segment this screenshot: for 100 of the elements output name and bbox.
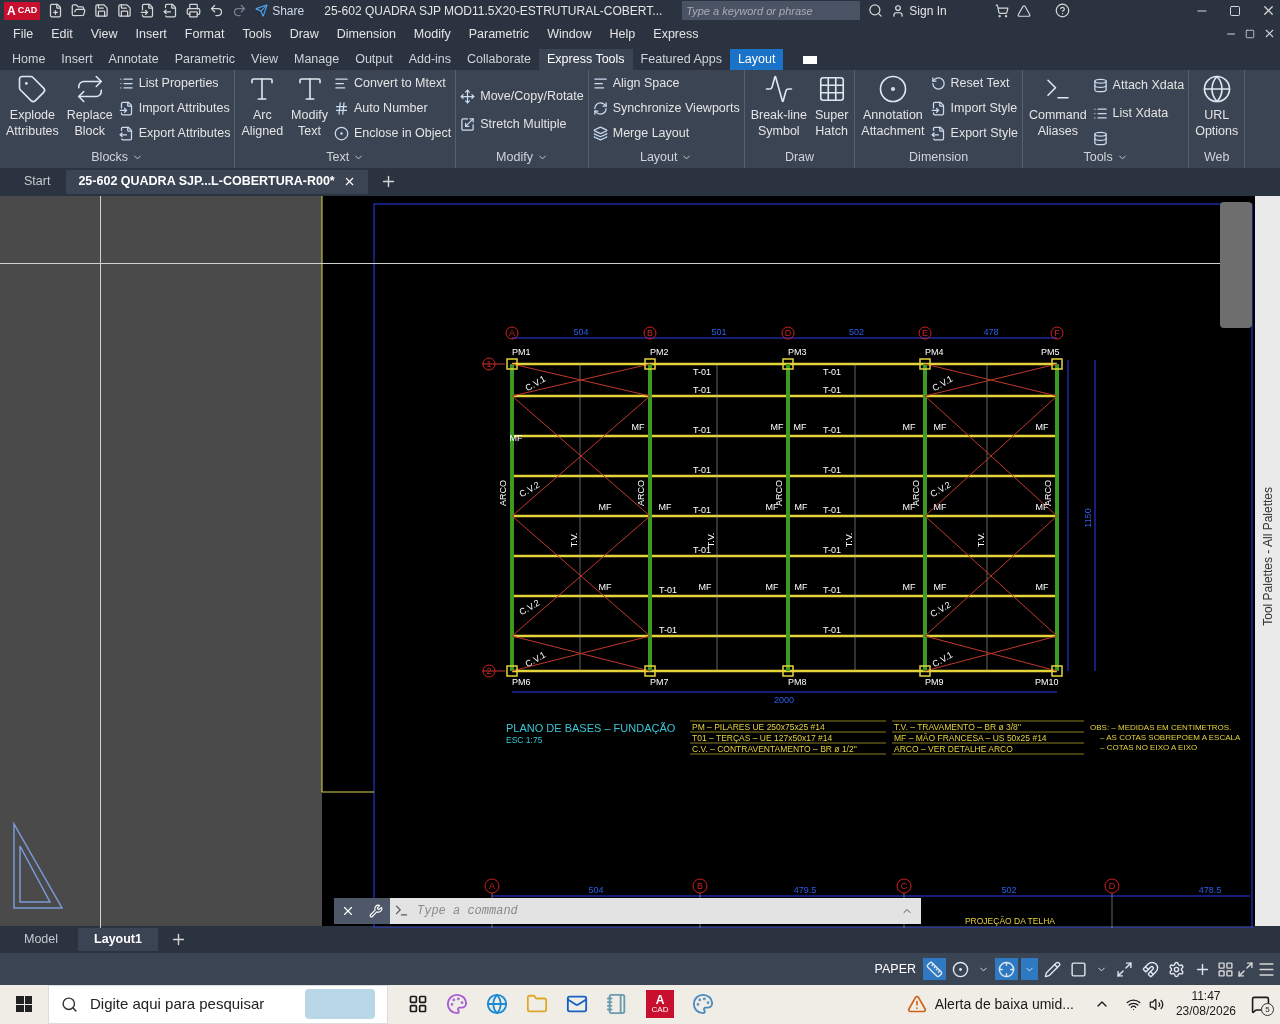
menu-item[interactable]: Express [644,24,708,44]
ribbon-button[interactable]: Enclose in Object [333,123,452,144]
ribbon-tab[interactable]: Output [347,48,401,70]
panel-title[interactable]: Web [1189,147,1245,168]
ribbon-tab[interactable]: Parametric [166,48,244,70]
new-file-icon[interactable] [48,3,64,19]
ribbon-button[interactable]: Command Aliases [1026,73,1089,148]
ribbon-button[interactable]: Align Space [592,73,740,94]
search-icon[interactable] [868,3,884,19]
help-icon[interactable] [1054,3,1070,19]
ribbon-button[interactable]: List Xdata [1092,103,1185,124]
ribbon-tab[interactable]: Add-ins [400,48,460,70]
search-field[interactable]: Type a keyword or phrase [682,1,861,21]
ribbon-button[interactable]: Annotation Attachment [859,73,927,148]
restore-icon[interactable] [1245,28,1255,39]
taskbar-search-field[interactable]: Digite aqui para pesquisar [48,985,388,1024]
fullscreen-icon[interactable] [1237,960,1254,978]
ribbon-tab[interactable]: Featured Apps [632,48,730,70]
save-icon[interactable] [94,3,110,19]
ribbon-tab[interactable]: Home [4,48,54,70]
ribbon-button[interactable]: Arc Aligned [239,73,286,148]
ribbon-button[interactable]: Attach Xdata [1092,75,1185,96]
ribbon-tab[interactable]: Manage [285,48,348,70]
panel-title[interactable]: Dimension [855,147,1022,168]
import-icon[interactable] [140,3,156,19]
ribbon-button[interactable]: Export Style [930,123,1018,144]
panel-toggle-icon[interactable] [803,55,818,64]
print-icon[interactable] [186,3,202,19]
menu-item[interactable]: Help [600,24,645,44]
warning-icon[interactable] [906,994,927,1015]
folder-icon[interactable] [71,3,87,19]
menu-item[interactable]: Window [538,24,601,44]
ribbon-button[interactable]: Import Attributes [118,98,231,119]
panel-title[interactable]: Text [235,147,456,168]
menu-item[interactable]: File [4,24,43,44]
document-tab[interactable]: Start [12,169,63,194]
menu-item[interactable]: Parametric [459,24,539,44]
menu-item[interactable]: Edit [42,24,82,44]
ribbon-button[interactable]: Merge Layout [592,123,740,144]
ribbon-button[interactable]: Import Style [930,98,1018,119]
data-icon[interactable] [1092,131,1108,147]
cad-app-icon[interactable]: A CAD [646,990,674,1019]
clock-date[interactable]: 23/08/2026 [1175,1004,1236,1020]
notification-button[interactable]: 5 [1248,992,1272,1017]
menu-item[interactable]: Format [175,24,234,44]
ribbon-button[interactable]: Replace Block [64,73,115,148]
layout-tab[interactable]: Layout1 [78,928,158,952]
speaker-icon[interactable] [1148,997,1164,1012]
ribbon-button[interactable]: Synchronize Viewports [592,98,740,119]
task-view-icon[interactable] [408,994,428,1015]
ribbon-button[interactable]: List Properties [118,73,231,94]
triangle-icon[interactable] [1016,3,1031,18]
notebook-icon[interactable] [606,993,628,1016]
undo-icon[interactable] [209,3,225,19]
document-tab[interactable]: 25-602 QUADRA SJP...L-COBERTURA-R00* [66,169,368,194]
search-input[interactable]: Digite aqui para pesquisar [90,993,293,1016]
panel-title[interactable]: Draw [744,147,855,168]
redo-icon[interactable] [232,3,248,19]
weather-alert[interactable]: Alerta de baixa umid... [934,994,1074,1015]
ribbon-button[interactable]: Convert to Mtext [333,73,452,94]
ribbon-button[interactable]: Modify Text [289,73,330,148]
ribbon-tab[interactable]: Layout [729,48,784,70]
command-input[interactable]: Type a command [417,901,901,920]
save-as-icon[interactable] [117,3,133,19]
wifi-icon[interactable] [1125,997,1141,1012]
workspace-icon[interactable] [1217,960,1234,978]
cart-icon[interactable] [994,3,1009,18]
menu-item[interactable]: Dimension [327,24,405,44]
menu-item[interactable]: View [81,24,127,44]
tool-palette-strip[interactable]: Tool Palettes - All Palettes [1255,195,1280,927]
browser-icon[interactable] [486,993,508,1016]
panel-title[interactable]: Blocks [0,147,235,168]
layout-tab[interactable]: Model [8,928,75,952]
menu-item[interactable]: Insert [126,24,176,44]
ribbon-button[interactable]: Move/Copy/Rotate [460,86,584,107]
clock-time[interactable]: 11:47 [1191,989,1221,1005]
wrench-icon[interactable] [369,903,383,918]
sign-in-button[interactable]: Sign In [891,1,947,20]
panel-title[interactable]: Modify [456,147,588,168]
ribbon-button[interactable]: Explode Attributes [4,73,61,148]
ribbon-tab[interactable]: View [243,48,286,70]
panel-title[interactable]: Tools [1022,147,1189,168]
export-icon[interactable] [163,3,179,19]
menu-item[interactable]: Modify [404,24,460,44]
menu-item[interactable]: Tools [233,24,281,44]
ribbon-button[interactable]: Auto Number [333,98,452,119]
ribbon-tab[interactable]: Express Tools [539,48,633,70]
maximize-icon[interactable] [1229,4,1241,17]
panel-title[interactable]: Layout [588,147,744,168]
menu-item[interactable]: Draw [280,24,328,44]
ribbon-button[interactable]: URL Options [1193,73,1241,148]
ribbon-button[interactable]: Super Hatch [812,73,851,148]
ribbon-tab[interactable]: Annotate [100,48,167,70]
ribbon-button[interactable]: Export Attributes [118,123,231,144]
share-button[interactable]: Share [255,1,305,20]
ribbon-tab[interactable]: Insert [53,48,101,70]
ribbon-button[interactable]: Reset Text [930,73,1018,94]
paint-palette-icon[interactable] [692,993,714,1016]
ribbon-tab[interactable]: Collaborate [459,48,539,70]
paper-space-button[interactable]: PAPER [870,959,920,979]
